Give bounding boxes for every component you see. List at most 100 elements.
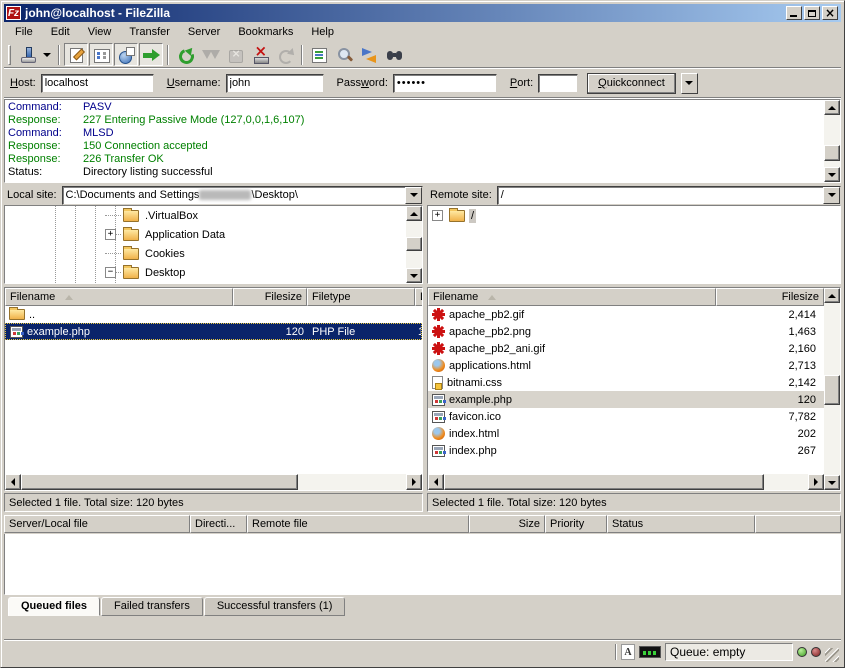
column-header-filetype[interactable]: Filetype: [307, 288, 415, 306]
scroll-left-button[interactable]: [5, 474, 21, 490]
scroll-thumb[interactable]: [21, 474, 298, 490]
disconnect-button[interactable]: [248, 43, 272, 66]
tree-expander[interactable]: +: [105, 229, 116, 240]
remote-site-combobox[interactable]: /: [497, 186, 841, 205]
toggle-remote-tree-button[interactable]: [114, 43, 138, 66]
queue-column-directi-[interactable]: Directi...: [190, 515, 247, 533]
column-header-filesize[interactable]: Filesize: [233, 288, 307, 306]
refresh-button[interactable]: [173, 43, 197, 66]
username-input[interactable]: [226, 74, 324, 93]
column-header-filename[interactable]: Filename: [5, 288, 233, 306]
tree-item-application-data[interactable]: + Application Data: [5, 225, 406, 244]
file-row-example-php[interactable]: example.php120: [428, 391, 824, 408]
log-row-text: PASV: [83, 101, 112, 114]
scroll-down-button[interactable]: [824, 475, 840, 490]
speed-limits-icon: [639, 646, 661, 658]
queue-column-status[interactable]: Status: [607, 515, 755, 533]
tree-item-cookies[interactable]: Cookies: [5, 244, 406, 263]
reconnect-button[interactable]: [273, 43, 297, 66]
scroll-up-button[interactable]: [824, 100, 840, 115]
file-row-index-php[interactable]: index.php267: [428, 442, 824, 459]
close-button[interactable]: ×: [822, 6, 838, 20]
find-files-button[interactable]: [382, 43, 406, 66]
host-input[interactable]: [41, 74, 154, 93]
process-queue-button[interactable]: [198, 43, 222, 66]
queue-column-server-local-file[interactable]: Server/Local file: [4, 515, 190, 533]
menu-help[interactable]: Help: [302, 24, 343, 40]
site-manager-dropdown-button[interactable]: [40, 43, 54, 66]
tree-expander[interactable]: −: [105, 267, 116, 278]
local-site-path: C:\Documents and Settings\Desktop\: [63, 189, 301, 201]
log-response-row: Response:226 Transfer OK: [5, 153, 824, 166]
file-row-applications-html[interactable]: applications.html2,713: [428, 357, 824, 374]
column-header-filesize[interactable]: Filesize: [716, 288, 824, 306]
cancel-operation-icon: [227, 47, 244, 63]
file-row-apache-pb2-gif[interactable]: apache_pb2.gif2,414: [428, 306, 824, 323]
tab-failed-transfers[interactable]: Failed transfers: [101, 597, 203, 616]
remote-site-dropdown[interactable]: [823, 187, 840, 204]
scroll-up-button[interactable]: [406, 206, 422, 221]
port-input[interactable]: [538, 74, 578, 93]
tree-expander[interactable]: +: [432, 210, 443, 221]
tab-queued-files[interactable]: Queued files: [8, 597, 100, 616]
scroll-right-button[interactable]: [808, 474, 824, 490]
file-row-bitnami-css[interactable]: bitnami.css2,142: [428, 374, 824, 391]
file-row-apache-pb2-ani-gif[interactable]: apache_pb2_ani.gif2,160: [428, 340, 824, 357]
folder-icon: [123, 248, 139, 260]
scroll-thumb[interactable]: [444, 474, 764, 490]
local-site-dropdown[interactable]: [405, 187, 422, 204]
toolbar-grip: [8, 45, 11, 65]
scroll-thumb[interactable]: [406, 237, 422, 251]
scroll-up-button[interactable]: [824, 288, 840, 303]
column-header-l[interactable]: L: [415, 288, 423, 306]
menu-file[interactable]: File: [6, 24, 42, 40]
tree-item--virtualbox[interactable]: .VirtualBox: [5, 206, 406, 225]
queue-column-size[interactable]: Size: [469, 515, 545, 533]
minimize-button[interactable]: [786, 6, 802, 20]
tab-successful-transfers-1-[interactable]: Successful transfers (1): [204, 597, 346, 616]
menu-server[interactable]: Server: [179, 24, 229, 40]
queue-column-remote-file[interactable]: Remote file: [247, 515, 469, 533]
queue-column-priority[interactable]: Priority: [545, 515, 607, 533]
file-row-example-php[interactable]: example.php120PHP File1: [5, 323, 422, 340]
password-input[interactable]: [393, 74, 497, 93]
quickconnect-dropdown[interactable]: [681, 73, 698, 94]
log-row-label: Response:: [5, 140, 83, 153]
menu-bookmarks[interactable]: Bookmarks: [229, 24, 302, 40]
filename-cell: apache_pb2_ani.gif: [428, 340, 716, 357]
remote-site-label: Remote site:: [427, 187, 497, 204]
menu-view[interactable]: View: [79, 24, 121, 40]
menu-edit[interactable]: Edit: [42, 24, 79, 40]
cancel-operation-button[interactable]: [223, 43, 247, 66]
resize-grip[interactable]: [825, 648, 839, 662]
file-row-apache-pb2-png[interactable]: apache_pb2.png1,463: [428, 323, 824, 340]
file-row-favicon-ico[interactable]: favicon.ico7,782: [428, 408, 824, 425]
toggle-local-tree-button[interactable]: [89, 43, 113, 66]
synchronized-browsing-button[interactable]: [357, 43, 381, 66]
scroll-down-button[interactable]: [824, 167, 840, 182]
scroll-thumb[interactable]: [824, 145, 840, 161]
file-row--[interactable]: ..: [5, 306, 422, 323]
column-header-filename[interactable]: Filename: [428, 288, 716, 306]
scroll-left-button[interactable]: [428, 474, 444, 490]
scroll-right-button[interactable]: [406, 474, 422, 490]
tree-item-desktop[interactable]: −Desktop: [5, 263, 406, 282]
site-manager-button[interactable]: [15, 43, 39, 66]
directory-comparison-button[interactable]: [332, 43, 356, 66]
log-row-text: 227 Entering Passive Mode (127,0,0,1,6,1…: [83, 114, 304, 127]
scroll-thumb[interactable]: [824, 375, 840, 405]
filename-text: apache_pb2.png: [449, 326, 531, 338]
scroll-down-button[interactable]: [406, 268, 422, 283]
toggle-transfer-queue-button[interactable]: [139, 43, 163, 66]
file-row-index-html[interactable]: index.html202: [428, 425, 824, 442]
local-site-combobox[interactable]: C:\Documents and Settings\Desktop\: [62, 186, 423, 205]
quickconnect-button[interactable]: Quickconnect: [587, 73, 676, 94]
column-header-label: Filesize: [265, 291, 302, 303]
menu-transfer[interactable]: Transfer: [120, 24, 179, 40]
directory-listing-filters-button[interactable]: [307, 43, 331, 66]
toggle-message-log-button[interactable]: [64, 43, 88, 66]
tree-item-root[interactable]: +/: [428, 206, 840, 225]
tree-item-label: Application Data: [143, 228, 227, 242]
filename-cell: example.php: [428, 391, 716, 408]
maximize-button[interactable]: [804, 6, 820, 20]
